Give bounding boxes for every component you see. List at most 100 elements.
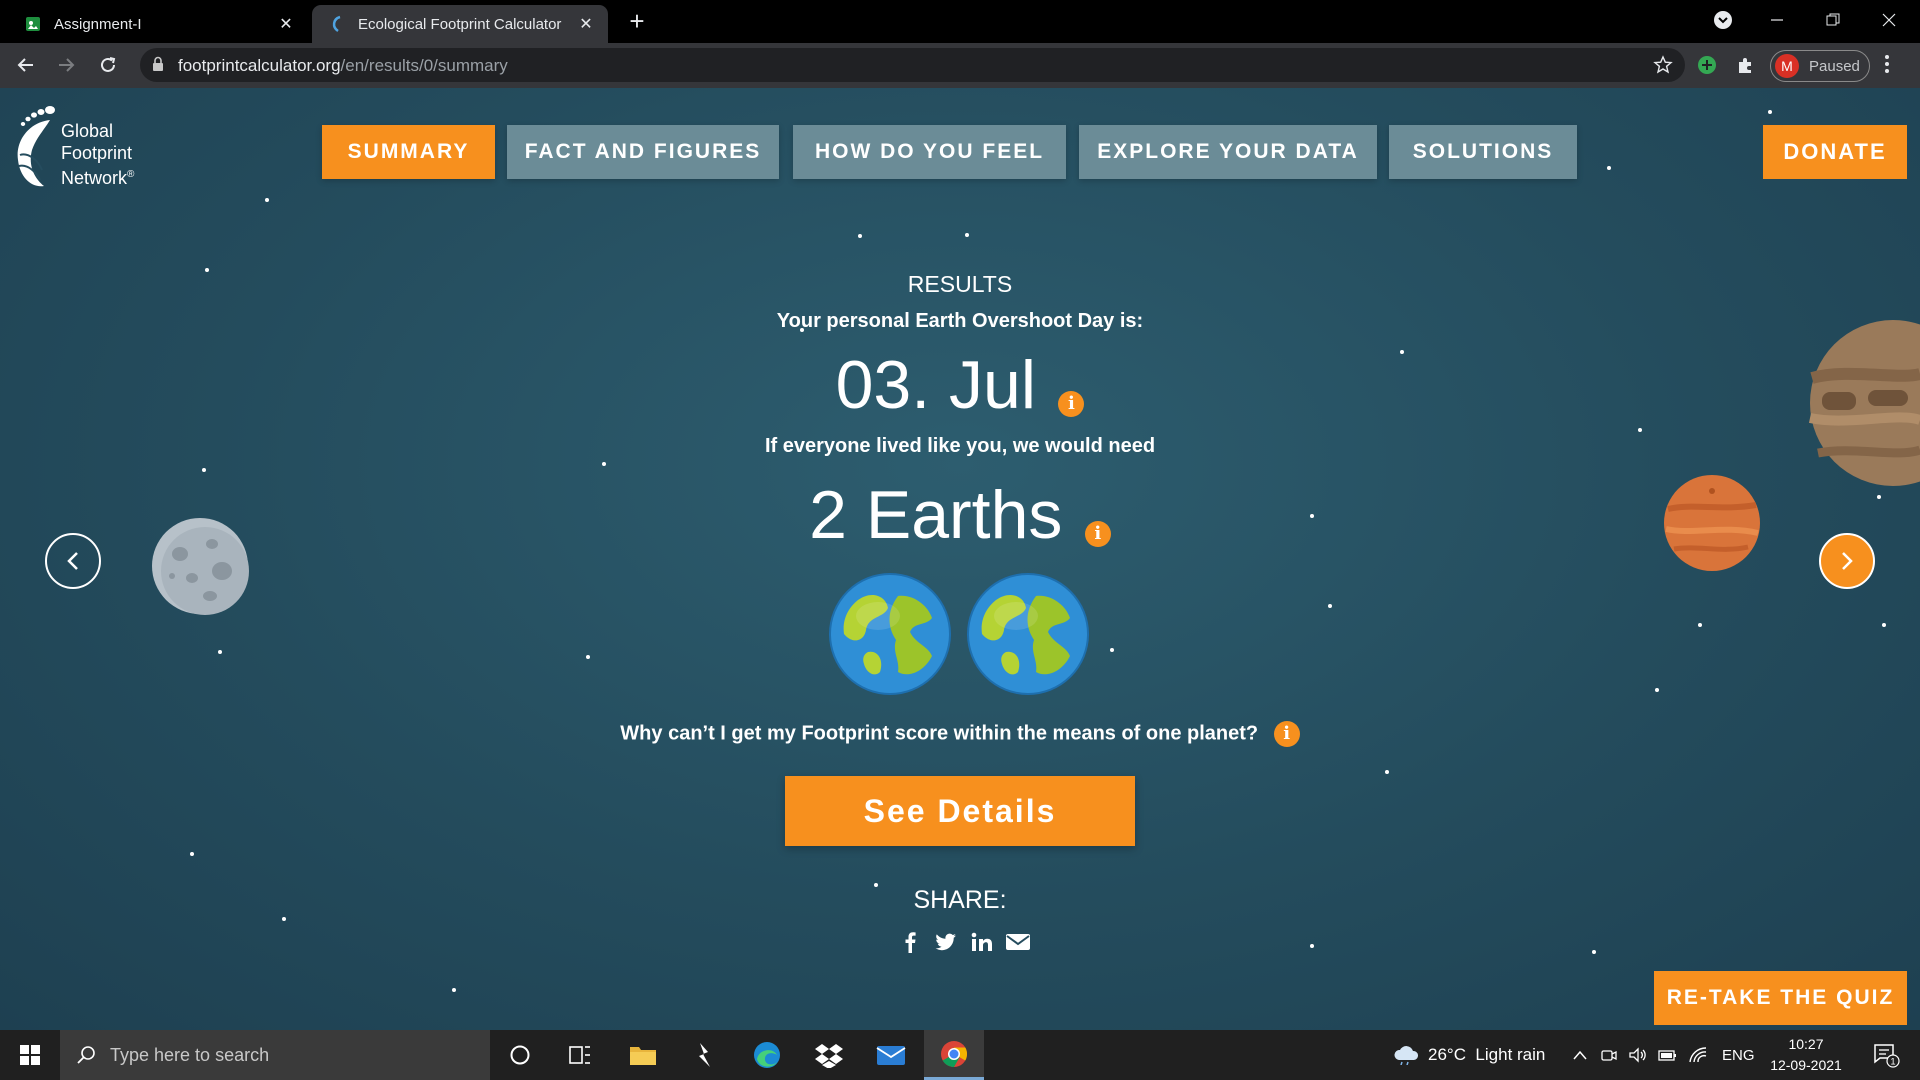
- overshoot-date: 03. Jul: [835, 347, 1036, 423]
- chevron-right-icon: [1842, 552, 1853, 570]
- meet-now-icon[interactable]: [1600, 1046, 1618, 1064]
- windows-logo-icon: [20, 1045, 40, 1065]
- nav-solutions[interactable]: SOLUTIONS: [1389, 125, 1577, 179]
- bookmark-star-icon[interactable]: [1653, 55, 1673, 80]
- donate-button[interactable]: DONATE: [1763, 125, 1907, 179]
- profile-button[interactable]: M Paused: [1770, 50, 1870, 82]
- star-dot: [1638, 428, 1642, 432]
- mars-illustration: [1664, 475, 1760, 571]
- clock-time: 10:27: [1788, 1036, 1824, 1052]
- results-heading: RESULTS: [907, 271, 1013, 297]
- mail-icon[interactable]: [861, 1030, 921, 1080]
- profile-status: Paused: [1809, 57, 1860, 75]
- dropbox-icon[interactable]: [799, 1030, 859, 1080]
- overshoot-date-row: 03. Jul i: [0, 346, 1920, 424]
- gfn-logo[interactable]: Global Footprint Network®: [10, 100, 140, 200]
- tab-title: Ecological Footprint Calculator: [358, 15, 562, 33]
- star-dot: [1310, 944, 1314, 948]
- logo-text: Global Footprint Network®: [61, 121, 135, 188]
- footprint-favicon-icon: [328, 15, 346, 33]
- cortana-icon[interactable]: [490, 1030, 550, 1080]
- edge-browser-icon[interactable]: [737, 1030, 797, 1080]
- close-tab-icon[interactable]: ✕: [274, 12, 298, 36]
- browser-tab-bar: Assignment-I ✕ Ecological Footprint Calc…: [0, 0, 1920, 43]
- moon-illustration: [152, 518, 249, 615]
- search-placeholder: Type here to search: [110, 1044, 270, 1065]
- weather-text: 26°C Light rain: [1428, 1045, 1546, 1064]
- windows-taskbar: Type here to search 26°C Light rain ENG …: [0, 1030, 1920, 1080]
- why-row: Why can’t I get my Footprint score withi…: [0, 721, 1920, 747]
- next-slide-button[interactable]: [1819, 533, 1875, 589]
- file-explorer-icon[interactable]: [613, 1030, 673, 1080]
- browser-toolbar: footprintcalculator.org/en/results/0/sum…: [0, 43, 1920, 88]
- star-dot: [1768, 110, 1772, 114]
- extension-plus-icon[interactable]: [1696, 54, 1718, 76]
- linkedin-icon[interactable]: [970, 930, 994, 954]
- share-label: SHARE:: [913, 886, 1007, 914]
- taskbar-search-box[interactable]: Type here to search: [60, 1030, 490, 1080]
- reload-icon[interactable]: [92, 49, 124, 81]
- app-lightning-icon[interactable]: [674, 1030, 734, 1080]
- star-dot: [1110, 648, 1114, 652]
- clock[interactable]: 10:27 12-09-2021: [1764, 1034, 1848, 1076]
- close-tab-icon[interactable]: ✕: [574, 12, 598, 36]
- url-host: footprintcalculator.org: [178, 56, 341, 75]
- battery-icon[interactable]: [1658, 1048, 1678, 1062]
- why-question: Why can’t I get my Footprint score withi…: [620, 722, 1259, 745]
- info-icon[interactable]: i: [1084, 520, 1111, 547]
- info-icon[interactable]: i: [1273, 721, 1300, 747]
- star-dot: [282, 917, 286, 921]
- tab-search-icon[interactable]: [1700, 0, 1746, 40]
- address-bar[interactable]: footprintcalculator.org/en/results/0/sum…: [140, 48, 1685, 82]
- nav-how-do-you-feel[interactable]: HOW DO YOU FEEL: [793, 125, 1066, 179]
- nav-summary[interactable]: SUMMARY: [322, 125, 495, 179]
- star-dot: [1698, 623, 1702, 627]
- see-details-button[interactable]: See Details: [785, 776, 1135, 846]
- results-page: Global Footprint Network® SUMMARY FACT A…: [0, 88, 1920, 1030]
- star-dot: [1655, 688, 1659, 692]
- star-dot: [1607, 166, 1611, 170]
- nav-fact-and-figures[interactable]: FACT AND FIGURES: [507, 125, 779, 179]
- tab-footprint-calculator[interactable]: Ecological Footprint Calculator ✕: [312, 5, 608, 43]
- chrome-icon[interactable]: [924, 1030, 984, 1080]
- star-dot: [586, 655, 590, 659]
- notification-center-icon[interactable]: 1: [1856, 1030, 1916, 1080]
- restore-icon[interactable]: [1810, 0, 1856, 40]
- start-button[interactable]: [0, 1030, 60, 1080]
- overshoot-label: Your personal Earth Overshoot Day is:: [776, 310, 1144, 332]
- retake-quiz-button[interactable]: RE-TAKE THE QUIZ: [1654, 971, 1907, 1025]
- weather-widget[interactable]: 26°C Light rain: [1392, 1030, 1545, 1080]
- kebab-menu-icon[interactable]: [1884, 53, 1890, 80]
- star-dot: [1592, 950, 1596, 954]
- volume-icon[interactable]: [1628, 1046, 1648, 1064]
- nav-explore-your-data[interactable]: EXPLORE YOUR DATA: [1079, 125, 1377, 179]
- earth-icon: [966, 572, 1090, 696]
- close-window-icon[interactable]: [1866, 0, 1912, 40]
- email-icon[interactable]: [1006, 930, 1030, 954]
- language-indicator[interactable]: ENG: [1722, 1047, 1755, 1064]
- star-dot: [265, 198, 269, 202]
- cloud-rain-icon: [1394, 1046, 1419, 1065]
- tab-assignment[interactable]: Assignment-I ✕: [8, 5, 308, 43]
- twitter-icon[interactable]: [934, 930, 958, 954]
- lock-icon: [152, 56, 164, 77]
- forward-arrow-icon[interactable]: [50, 49, 82, 81]
- earths-count-text: 2 Earths: [809, 477, 1063, 553]
- extensions-puzzle-icon[interactable]: [1735, 54, 1757, 76]
- url-path: /en/results/0/summary: [340, 56, 508, 75]
- search-icon: [77, 1046, 95, 1064]
- earth-icon: [828, 572, 952, 696]
- minimize-icon[interactable]: [1754, 0, 1800, 40]
- task-view-icon[interactable]: [550, 1030, 610, 1080]
- info-icon[interactable]: i: [1058, 390, 1085, 417]
- footprint-logo-icon: [17, 106, 55, 187]
- facebook-icon[interactable]: [898, 930, 922, 954]
- star-dot: [602, 462, 606, 466]
- wifi-icon[interactable]: [1688, 1046, 1708, 1064]
- chevron-up-icon[interactable]: [1572, 1049, 1588, 1061]
- back-arrow-icon[interactable]: [10, 49, 42, 81]
- url-text: footprintcalculator.org/en/results/0/sum…: [178, 56, 508, 76]
- previous-slide-button[interactable]: [45, 533, 101, 589]
- new-tab-button[interactable]: +: [622, 6, 652, 36]
- clock-date: 12-09-2021: [1770, 1057, 1842, 1073]
